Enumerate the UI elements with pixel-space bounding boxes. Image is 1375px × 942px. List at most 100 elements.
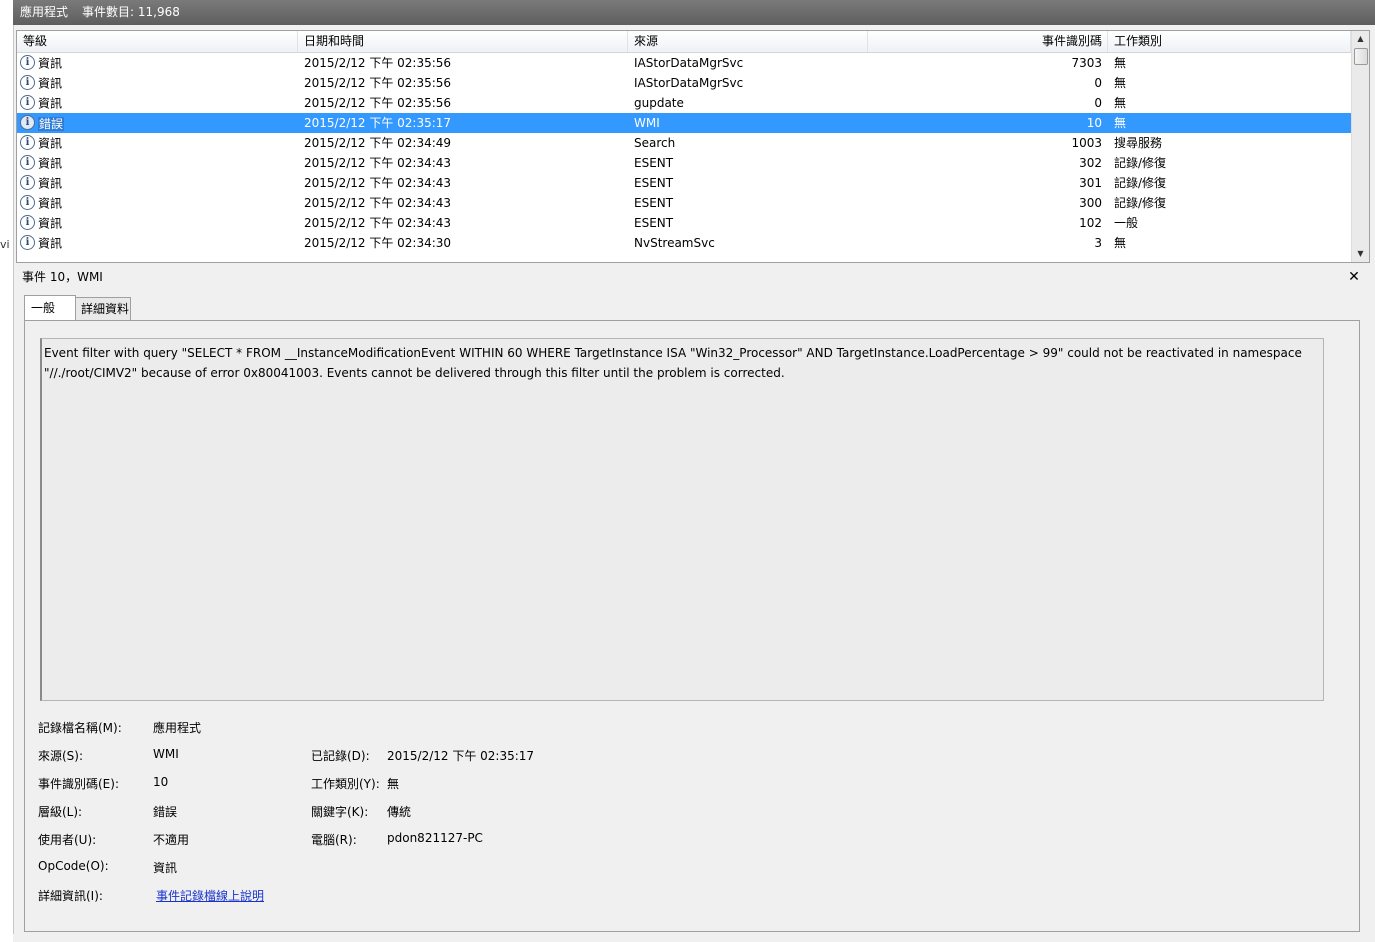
column-header-level[interactable]: 等級 — [17, 31, 298, 52]
event-description[interactable]: Event filter with query "SELECT * FROM _… — [40, 338, 1324, 701]
row-event-id: 10 — [1086, 116, 1102, 130]
computer-value: pdon821127-PC — [387, 831, 483, 845]
user-value: 不適用 — [153, 833, 190, 847]
row-task: 搜尋服務 — [1114, 136, 1163, 150]
table-row[interactable]: i 資訊 2015/2/12 下午 02:34:43 ESENT 301 記錄/修… — [17, 173, 1351, 193]
row-datetime: 2015/2/12 下午 02:34:30 — [304, 236, 452, 250]
row-level: 資訊 — [38, 196, 63, 211]
row-source: IAStorDataMgrSvc — [634, 76, 744, 90]
left-window-edge: vi — [0, 0, 14, 942]
table-row-selected[interactable]: i 錯誤 2015/2/12 下午 02:35:17 WMI 10 無 — [17, 113, 1351, 133]
info-icon: i — [20, 95, 35, 110]
info-icon: i — [20, 175, 35, 190]
row-level: 資訊 — [38, 56, 63, 71]
row-datetime: 2015/2/12 下午 02:34:43 — [304, 196, 452, 210]
event-detail-title: 事件 10，WMI — [22, 270, 103, 284]
table-row[interactable]: i 資訊 2015/2/12 下午 02:34:30 NvStreamSvc 3 … — [17, 233, 1351, 253]
row-datetime: 2015/2/12 下午 02:34:49 — [304, 136, 452, 150]
row-datetime: 2015/2/12 下午 02:34:43 — [304, 176, 452, 190]
keywords-value: 傳統 — [387, 805, 412, 819]
opcode-label: OpCode(O): — [38, 859, 109, 873]
info-icon: i — [20, 155, 35, 170]
row-datetime: 2015/2/12 下午 02:35:56 — [304, 76, 452, 90]
row-datetime: 2015/2/12 下午 02:35:17 — [304, 116, 452, 130]
table-row[interactable]: i 資訊 2015/2/12 下午 02:34:43 ESENT 102 一般 — [17, 213, 1351, 233]
event-rows: i 資訊 2015/2/12 下午 02:35:56 IAStorDataMgrS… — [17, 53, 1351, 253]
info-icon: i — [20, 115, 35, 130]
row-source: ESENT — [634, 156, 674, 170]
tab-details[interactable]: 詳細資料 — [74, 297, 131, 320]
event-id-label: 事件識別碼(E): — [38, 777, 119, 791]
table-row[interactable]: i 資訊 2015/2/12 下午 02:35:56 IAStorDataMgrS… — [17, 53, 1351, 73]
bottom-edge — [13, 934, 1375, 942]
more-info-label: 詳細資訊(I): — [38, 889, 103, 903]
table-row[interactable]: i 資訊 2015/2/12 下午 02:34:43 ESENT 300 記錄/修… — [17, 193, 1351, 213]
scroll-thumb[interactable] — [1354, 48, 1368, 65]
row-event-id: 0 — [1094, 76, 1102, 90]
row-task: 無 — [1114, 76, 1127, 90]
table-row[interactable]: i 資訊 2015/2/12 下午 02:34:43 ESENT 302 記錄/修… — [17, 153, 1351, 173]
event-list[interactable]: 等級 日期和時間 來源 事件識別碼 工作類別 i 資訊 2015/2/12 下午 … — [16, 30, 1370, 263]
table-row[interactable]: i 資訊 2015/2/12 下午 02:35:56 gupdate 0 無 — [17, 93, 1351, 113]
scroll-up-arrow-icon[interactable]: ▲ — [1352, 31, 1369, 47]
event-id-value: 10 — [153, 775, 169, 789]
keywords-label: 關鍵字(K): — [311, 805, 369, 819]
row-task: 記錄/修復 — [1114, 156, 1167, 170]
info-icon: i — [20, 55, 35, 70]
info-icon: i — [20, 195, 35, 210]
row-source: NvStreamSvc — [634, 236, 715, 250]
scroll-down-arrow-icon[interactable]: ▼ — [1352, 246, 1369, 262]
info-icon: i — [20, 135, 35, 150]
event-count: 事件數目: 11,968 — [82, 5, 180, 19]
row-level: 資訊 — [38, 216, 63, 231]
column-header-task[interactable]: 工作類別 — [1108, 31, 1351, 52]
event-list-scrollbar[interactable]: ▲ ▼ — [1351, 31, 1369, 262]
level-value: 錯誤 — [153, 805, 178, 819]
column-header-event-id[interactable]: 事件識別碼 — [868, 31, 1108, 52]
row-level: 資訊 — [38, 176, 63, 191]
info-icon: i — [20, 75, 35, 90]
column-header-datetime[interactable]: 日期和時間 — [298, 31, 628, 52]
row-task: 無 — [1114, 96, 1127, 110]
row-task: 一般 — [1114, 216, 1139, 230]
row-source: IAStorDataMgrSvc — [634, 56, 744, 70]
row-event-id: 300 — [1079, 196, 1102, 210]
left-edge-text: vi — [0, 238, 10, 251]
logged-label: 已記錄(D): — [311, 749, 370, 763]
task-category-value: 無 — [387, 777, 400, 791]
row-source: ESENT — [634, 216, 674, 230]
source-label: 來源(S): — [38, 749, 84, 763]
row-datetime: 2015/2/12 下午 02:34:43 — [304, 156, 452, 170]
row-event-id: 3 — [1094, 236, 1102, 250]
log-name-value: 應用程式 — [153, 721, 202, 735]
row-task: 無 — [1114, 116, 1127, 130]
row-datetime: 2015/2/12 下午 02:35:56 — [304, 56, 452, 70]
event-detail-header: 事件 10，WMI ✕ — [16, 266, 1368, 288]
opcode-value: 資訊 — [153, 861, 178, 875]
row-event-id: 102 — [1079, 216, 1102, 230]
row-task: 記錄/修復 — [1114, 176, 1167, 190]
row-event-id: 1003 — [1071, 136, 1102, 150]
row-datetime: 2015/2/12 下午 02:34:43 — [304, 216, 452, 230]
row-level: 資訊 — [38, 236, 63, 251]
row-source: WMI — [634, 116, 660, 130]
computer-label: 電腦(R): — [311, 833, 357, 847]
logged-value: 2015/2/12 下午 02:35:17 — [387, 749, 535, 763]
row-level: 資訊 — [38, 76, 63, 91]
table-row[interactable]: i 資訊 2015/2/12 下午 02:35:56 IAStorDataMgrS… — [17, 73, 1351, 93]
tab-general[interactable]: 一般 — [24, 295, 76, 320]
row-event-id: 301 — [1079, 176, 1102, 190]
row-source: ESENT — [634, 196, 674, 210]
level-label: 層級(L): — [38, 805, 83, 819]
task-category-label: 工作類別(Y): — [311, 777, 380, 791]
online-help-link[interactable]: 事件記錄檔線上說明 — [156, 887, 264, 904]
table-row[interactable]: i 資訊 2015/2/12 下午 02:34:49 Search 1003 搜尋… — [17, 133, 1351, 153]
row-task: 無 — [1114, 56, 1127, 70]
column-header-source[interactable]: 來源 — [628, 31, 868, 52]
close-icon[interactable]: ✕ — [1346, 266, 1362, 288]
row-level: 資訊 — [38, 136, 63, 151]
source-value: WMI — [153, 747, 179, 761]
row-level: 資訊 — [38, 156, 63, 171]
row-level: 資訊 — [38, 96, 63, 111]
row-event-id: 0 — [1094, 96, 1102, 110]
